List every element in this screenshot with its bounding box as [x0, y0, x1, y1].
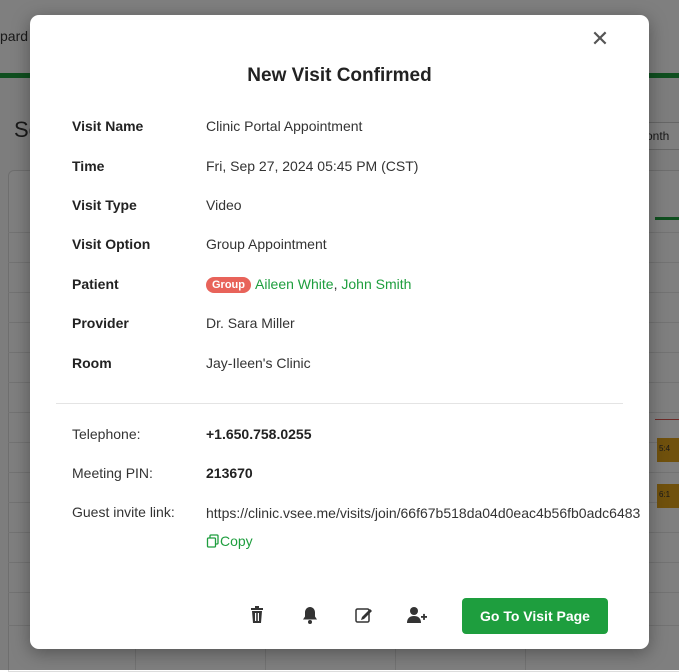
guest-link-block: https://clinic.vsee.me/visits/join/66f67… — [206, 499, 640, 555]
patient-separator: , — [333, 276, 338, 292]
guest-link-url[interactable]: https://clinic.vsee.me/visits/join/66f67… — [206, 505, 640, 521]
add-user-icon[interactable] — [406, 604, 428, 626]
go-to-visit-page-button[interactable]: Go To Visit Page — [462, 598, 608, 634]
visit-option-value: Group Appointment — [206, 236, 327, 252]
copy-label: Copy — [220, 533, 253, 549]
meeting-pin-label: Meeting PIN: — [72, 465, 153, 481]
group-badge: Group — [206, 277, 251, 293]
guest-link-label: Guest invite link: — [72, 504, 175, 520]
patient-label: Patient — [72, 276, 119, 292]
visit-name-label: Visit Name — [72, 118, 144, 134]
time-value: Fri, Sep 27, 2024 05:45 PM (CST) — [206, 158, 419, 174]
close-icon[interactable]: ✕ — [590, 27, 610, 51]
copy-link-button[interactable]: Copy — [206, 533, 253, 549]
bell-icon[interactable] — [299, 604, 321, 626]
room-label: Room — [72, 355, 112, 371]
patient-value: Group Aileen White, John Smith — [206, 276, 411, 293]
edit-icon[interactable] — [353, 604, 375, 626]
copy-icon — [206, 534, 219, 548]
patient-link[interactable]: Aileen White — [255, 276, 334, 292]
visit-type-label: Visit Type — [72, 197, 137, 213]
telephone-value: +1.650.758.0255 — [206, 426, 312, 442]
time-label: Time — [72, 158, 105, 174]
room-value: Jay-Ileen's Clinic — [206, 355, 311, 371]
provider-value: Dr. Sara Miller — [206, 315, 295, 331]
dialog-title: New Visit Confirmed — [247, 65, 432, 86]
visit-option-label: Visit Option — [72, 236, 151, 252]
patient-link[interactable]: John Smith — [341, 276, 411, 292]
telephone-label: Telephone: — [72, 426, 141, 442]
visit-name-value: Clinic Portal Appointment — [206, 118, 363, 134]
provider-label: Provider — [72, 315, 129, 331]
visit-confirmed-dialog: ✕ New Visit Confirmed Visit Name Clinic … — [30, 15, 649, 649]
trash-icon[interactable] — [246, 604, 268, 626]
visit-type-value: Video — [206, 197, 242, 213]
meeting-pin-value: 213670 — [206, 465, 253, 481]
dialog-actions: Go To Visit Page — [30, 598, 649, 634]
section-divider — [56, 403, 623, 404]
